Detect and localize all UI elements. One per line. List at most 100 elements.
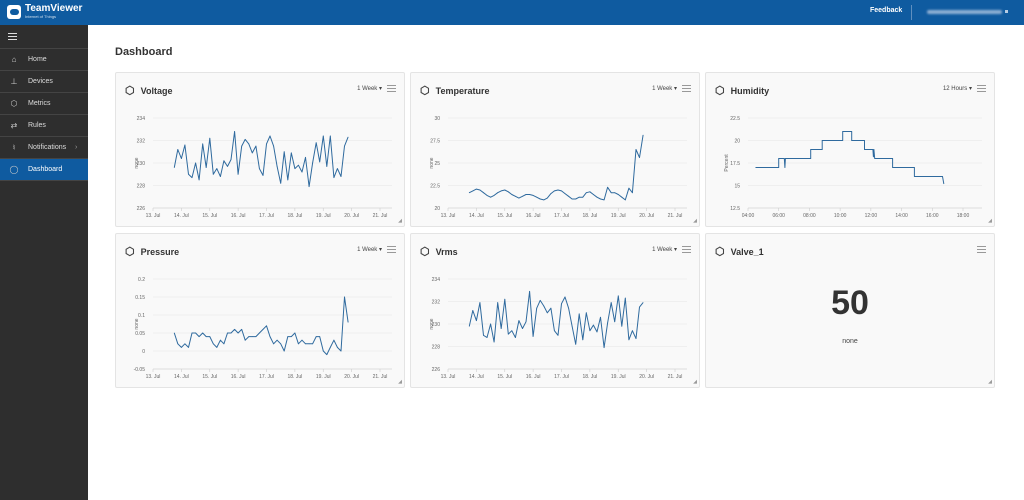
data-point [294,332,296,334]
data-point [177,149,179,150]
chevron-down-icon[interactable] [1005,10,1008,13]
data-point [873,149,875,150]
data-point [266,143,267,145]
data-point [219,339,221,341]
data-point [251,336,253,337]
data-point [290,336,292,337]
line-chart: 22622823023223413. Jul 14. Jul 15. Jul 16. … [134,116,392,219]
data-point [784,158,786,159]
data-point [872,149,874,150]
data-point [490,323,491,325]
data-point [493,195,495,196]
x-tick-label: 12:00 [865,213,878,219]
feedback-link[interactable]: Feedback [870,7,902,14]
y-tick-label: 0 [142,349,145,355]
sidebar-item-notifications[interactable]: ♮ Notifications › [0,137,88,159]
x-tick-label: 16. Jul [231,213,246,219]
series-line [469,135,644,201]
data-point [472,190,474,192]
y-tick-label: 0.15 [135,295,145,301]
x-tick-label: 21. Jul [373,213,388,219]
data-point [614,321,616,323]
data-point [301,339,303,341]
data-point [610,302,612,304]
data-point [468,192,470,194]
data-point [543,305,545,307]
data-point [610,192,612,194]
x-tick-label: 19. Jul [316,374,331,380]
data-point [514,195,516,197]
data-point [255,145,257,147]
data-point [504,189,506,191]
x-tick-label: 19. Jul [611,374,626,380]
data-point [180,158,182,159]
sidebar-item-devices[interactable]: ⊥ Devices [0,71,88,93]
series-line [755,131,945,184]
data-point [273,145,274,147]
data-point [308,343,310,345]
data-point [276,165,278,167]
data-point [251,152,253,154]
data-point [269,336,271,337]
sidebar-item-home[interactable]: ⌂ Home [0,49,88,71]
line-chart: 22622823023223413. Jul 14. Jul 15. Jul 16. … [429,277,687,380]
data-point [216,168,218,170]
data-point [851,131,853,132]
user-account-menu[interactable] [927,10,1002,14]
data-point [266,325,267,327]
data-point [617,194,619,195]
widget-menu-icon[interactable] [977,246,986,253]
data-point [564,296,566,298]
data-point [529,290,530,292]
data-point [298,164,299,166]
data-point [525,321,527,323]
data-point [525,194,527,195]
data-point [344,296,345,298]
resize-handle-icon[interactable]: ◢ [988,379,992,385]
data-point [582,339,584,341]
sidebar-item-label: Metrics [28,100,51,107]
data-point [851,140,853,141]
data-point [177,343,179,345]
x-tick-label: 06:00 [772,213,785,219]
x-tick-label: 16:00 [926,213,939,219]
data-point [532,195,534,196]
data-point [223,343,225,345]
x-tick-label: 17. Jul [554,213,569,219]
widget-voltage: ⬡ Voltage 1 Week ▾ ◢ 226 228 230 232 234 13. Ju… [115,72,405,227]
data-point [294,168,296,170]
y-tick-label: 0.05 [135,331,145,337]
data-point [475,320,477,322]
x-tick-label: 17. Jul [259,213,274,219]
valve-unit: none [842,338,858,345]
widget-valve: ⬡ Valve_1 50 none ◢ [705,233,995,388]
sidebar-item-metrics[interactable]: ⬡ Metrics [0,93,88,115]
sidebar: ⌂ Home ⊥ Devices ⬡ Metrics ⇄ Rules ♮ Notifica… [0,25,88,500]
x-tick-label: 18. Jul [583,213,598,219]
menu-toggle-button[interactable] [0,25,88,49]
widget-title: ⬡ Valve_1 [715,245,764,258]
teamviewer-logo[interactable]: TeamViewer Internet of Things [7,4,82,19]
sidebar-item-dashboard[interactable]: ◯ Dashboard [0,159,88,181]
data-point [315,142,317,144]
x-tick-label: 17. Jul [259,374,274,380]
y-axis-label: none [134,157,140,168]
data-point [219,176,221,177]
data-point [273,343,274,345]
data-point [244,138,246,140]
sidebar-item-rules[interactable]: ⇄ Rules [0,115,88,137]
data-point [557,189,559,191]
x-tick-label: 14. Jul [174,213,189,219]
x-tick-label: 18. Jul [583,374,598,380]
data-point [578,196,580,198]
data-point [209,336,211,337]
data-point [621,325,623,327]
data-point [504,298,506,300]
data-point [507,333,509,335]
x-tick-label: 16. Jul [526,213,541,219]
y-tick-label: 234 [137,116,146,122]
data-point [479,302,481,304]
y-tick-label: 232 [137,139,146,145]
data-point [913,167,915,168]
data-point [783,158,785,159]
